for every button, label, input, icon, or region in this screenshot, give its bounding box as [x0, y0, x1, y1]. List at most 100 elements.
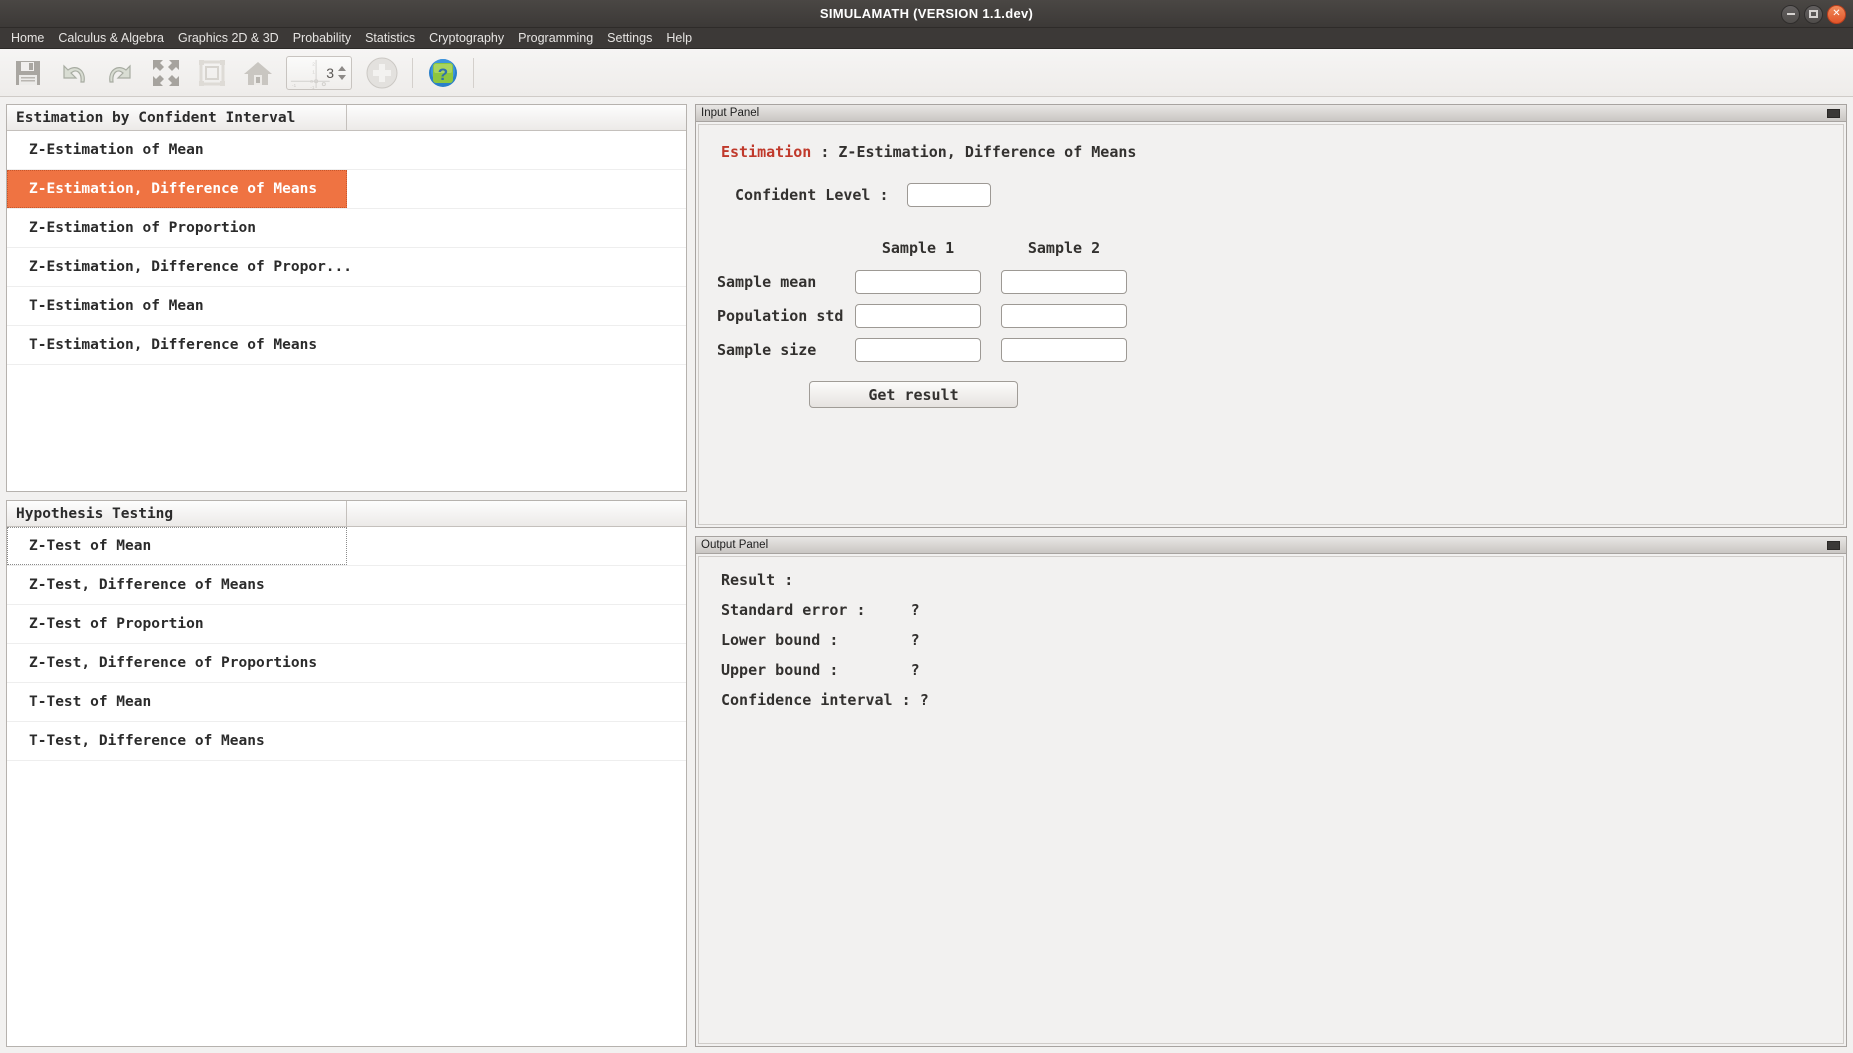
get-result-button[interactable]: Get result [809, 381, 1018, 408]
list-item[interactable]: Z-Test, Difference of Proportions [7, 644, 686, 683]
menu-item-help[interactable]: Help [659, 29, 699, 47]
lower-bound-line: Lower bound : ? [721, 631, 1825, 649]
estimation-item-0[interactable]: Z-Estimation of Mean [7, 131, 347, 169]
row-spacer [347, 248, 686, 286]
order-spinner-value: 3 [326, 64, 334, 81]
hypothesis-item-0[interactable]: Z-Test of Mean [7, 527, 347, 565]
spinner-down-icon[interactable] [338, 74, 346, 80]
redo-button[interactable] [98, 52, 142, 94]
toolbar: 2 1 0 -1 -1 3 ? [0, 49, 1853, 97]
spinner-up-icon[interactable] [338, 65, 346, 71]
input-panel-body: Estimation : Z-Estimation, Difference of… [698, 124, 1844, 525]
spinner-arrows[interactable] [335, 57, 349, 89]
hypothesis-item-5[interactable]: T-Test, Difference of Means [7, 722, 347, 760]
sample-size-row: Sample size [717, 333, 1825, 367]
fit-selection-icon [199, 59, 225, 86]
population-std-sample2-input[interactable] [1001, 304, 1127, 328]
home-button[interactable] [236, 52, 280, 94]
sample-mean-sample1-input[interactable] [855, 270, 981, 294]
sample-size-sample2-input[interactable] [1001, 338, 1127, 362]
row-spacer [347, 566, 686, 604]
hypothesis-item-3[interactable]: Z-Test, Difference of Proportions [7, 644, 347, 682]
fullscreen-button[interactable] [144, 52, 188, 94]
menu-item-statistics[interactable]: Statistics [358, 29, 422, 47]
window-controls: ✕ [1781, 0, 1846, 28]
menu-item-probability[interactable]: Probability [286, 29, 358, 47]
confidence-interval-value: ? [919, 691, 929, 709]
window-title: SIMULAMATH (VERSION 1.1.dev) [819, 6, 1034, 21]
output-panel-minimize-icon[interactable] [1827, 540, 1840, 550]
estimation-item-3[interactable]: Z-Estimation, Difference of Propor... [7, 248, 352, 286]
output-panel-body: Result : Standard error : ? Lower bound … [698, 556, 1844, 1044]
output-panel-header: Output Panel [696, 537, 1846, 554]
list-item[interactable]: Z-Estimation of Proportion [7, 209, 686, 248]
order-spinner[interactable]: 2 1 0 -1 -1 3 [286, 55, 352, 90]
svg-text:1: 1 [312, 69, 315, 75]
hypothesis-item-1[interactable]: Z-Test, Difference of Means [7, 566, 347, 604]
list-item[interactable]: Z-Test of Mean [7, 527, 686, 566]
toolbar-separator-2 [473, 57, 474, 88]
svg-text:2: 2 [312, 61, 315, 67]
list-item[interactable]: T-Estimation of Mean [7, 287, 686, 326]
estimation-title-keyword: Estimation [721, 143, 812, 161]
undo-button[interactable] [52, 52, 96, 94]
minimize-window-button[interactable] [1781, 4, 1800, 24]
population-std-sample1-input[interactable] [855, 304, 981, 328]
sample-size-sample1-input[interactable] [855, 338, 981, 362]
list-item[interactable]: Z-Test of Proportion [7, 605, 686, 644]
lower-bound-label: Lower bound : [721, 631, 911, 649]
input-panel-minimize-icon[interactable] [1827, 108, 1840, 118]
sample-mean-sample2-input[interactable] [1001, 270, 1127, 294]
estimation-list-header: Estimation by Confident Interval [7, 105, 686, 131]
row-spacer [347, 131, 686, 169]
confident-level-input[interactable] [907, 183, 991, 207]
list-item[interactable]: T-Test of Mean [7, 683, 686, 722]
list-item[interactable]: T-Test, Difference of Means [7, 722, 686, 761]
svg-text:-1: -1 [292, 83, 297, 89]
input-panel-title: Input Panel [701, 107, 760, 119]
list-item[interactable]: T-Estimation, Difference of Means [7, 326, 686, 365]
menu-item-calculus[interactable]: Calculus & Algebra [51, 29, 171, 47]
estimation-item-4[interactable]: T-Estimation of Mean [7, 287, 347, 325]
save-icon [16, 60, 40, 85]
estimation-item-1[interactable]: Z-Estimation, Difference of Means [7, 170, 347, 208]
menu-bar: Home Calculus & Algebra Graphics 2D & 3D… [0, 28, 1853, 49]
hypothesis-list-header-spacer [347, 501, 686, 526]
hypothesis-item-4[interactable]: T-Test of Mean [7, 683, 347, 721]
estimation-title: Estimation : Z-Estimation, Difference of… [721, 143, 1825, 161]
menu-item-programming[interactable]: Programming [511, 29, 600, 47]
confident-level-label: Confident Level : [735, 186, 889, 204]
standard-error-value: ? [910, 601, 920, 619]
confidence-interval-line: Confidence interval : ? [721, 691, 1825, 709]
list-item[interactable]: Z-Estimation of Mean [7, 131, 686, 170]
estimation-title-rest: : Z-Estimation, Difference of Means [811, 143, 1137, 161]
zoom-in-icon [366, 57, 398, 88]
menu-item-settings[interactable]: Settings [600, 29, 659, 47]
confidence-interval-label: Confidence interval : [721, 691, 920, 709]
sample-1-column-header: Sample 1 [881, 239, 955, 257]
sample-size-label: Sample size [717, 341, 817, 359]
list-item[interactable]: Z-Test, Difference of Means [7, 566, 686, 605]
menu-item-graphics[interactable]: Graphics 2D & 3D [171, 29, 286, 47]
menu-item-home[interactable]: Home [4, 29, 51, 47]
fit-selection-button[interactable] [190, 52, 234, 94]
home-icon [244, 61, 272, 85]
svg-text:?: ? [438, 65, 448, 84]
help-button[interactable]: ? [421, 52, 465, 94]
hypothesis-list-body: Z-Test of Mean Z-Test, Difference of Mea… [7, 527, 686, 1046]
estimation-item-2[interactable]: Z-Estimation of Proportion [7, 209, 347, 247]
hypothesis-item-2[interactable]: Z-Test of Proportion [7, 605, 347, 643]
list-item[interactable]: Z-Estimation, Difference of Means [7, 170, 686, 209]
maximize-window-button[interactable] [1804, 4, 1823, 24]
save-button[interactable] [6, 52, 50, 94]
zoom-in-button[interactable] [360, 52, 404, 94]
close-window-button[interactable]: ✕ [1827, 4, 1846, 24]
output-panel: Output Panel Result : Standard error : ?… [695, 536, 1847, 1047]
row-spacer [347, 326, 686, 364]
estimation-list-body: Z-Estimation of Mean Z-Estimation, Diffe… [7, 131, 686, 491]
sample-grid-header: Sample 1 Sample 2 [717, 231, 1825, 265]
list-item[interactable]: Z-Estimation, Difference of Propor... [7, 248, 686, 287]
estimation-item-5[interactable]: T-Estimation, Difference of Means [7, 326, 347, 364]
upper-bound-value: ? [910, 661, 920, 679]
menu-item-cryptography[interactable]: Cryptography [422, 29, 511, 47]
